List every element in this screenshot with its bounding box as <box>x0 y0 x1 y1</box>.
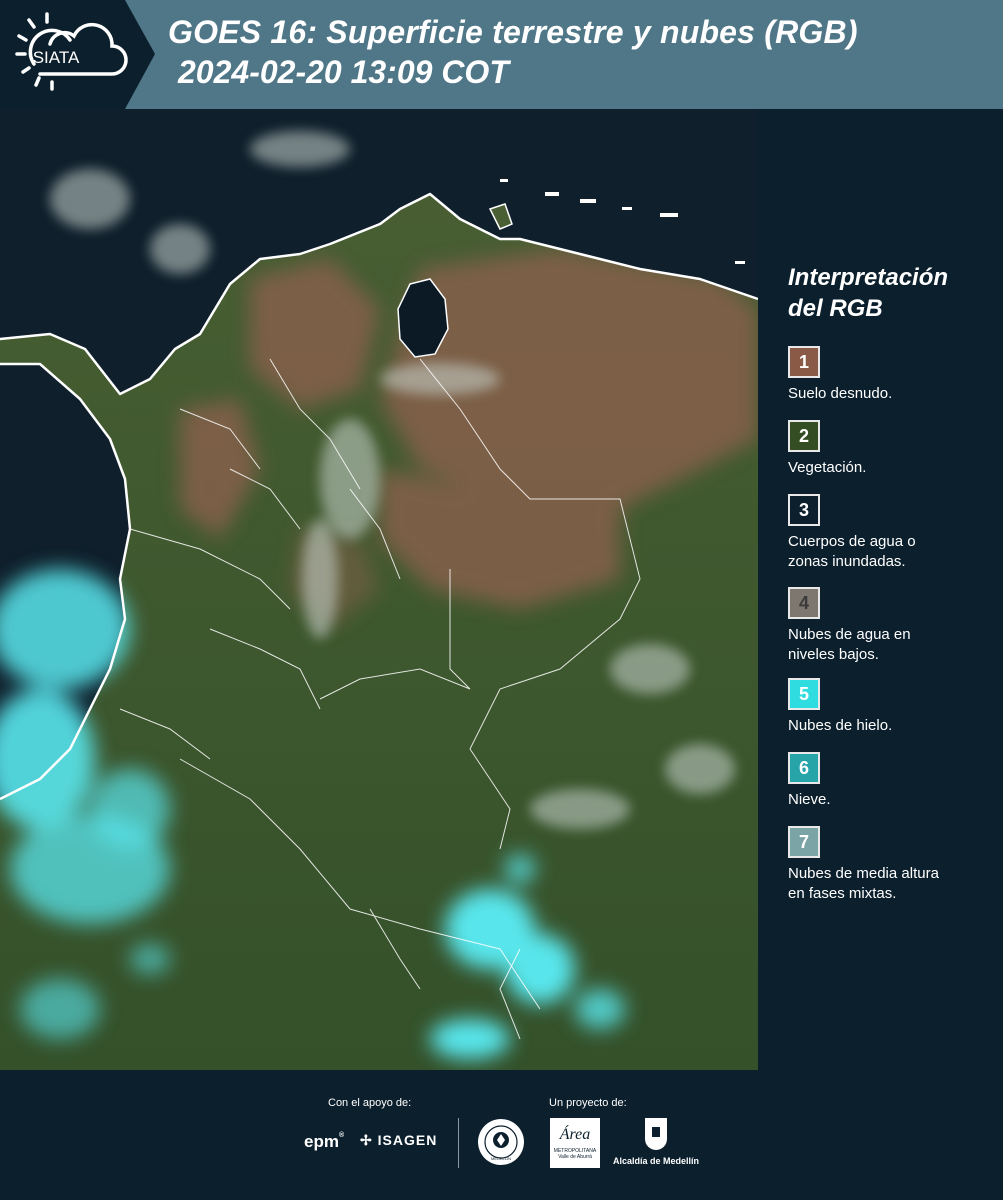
footer-divider <box>458 1118 459 1168</box>
satellite-map[interactable] <box>0 109 758 1070</box>
area-metropolitana-logo[interactable]: Área METROPOLITANA Valle de Aburrá <box>550 1118 600 1168</box>
satellite-image <box>0 109 758 1070</box>
seal-text: MEDELLÍN <box>491 1156 511 1161</box>
legend-label: Cuerpos de agua o zonas inundadas. <box>788 533 916 570</box>
alcaldia-medellin-logo[interactable]: Alcaldía de Medellín <box>610 1118 702 1173</box>
legend-swatch: 5 <box>788 678 820 710</box>
legend-swatch: 2 <box>788 420 820 452</box>
legend-label: Vegetación. <box>788 459 867 476</box>
logo-text: SIATA <box>33 48 80 67</box>
legend-swatch: 1 <box>788 346 820 378</box>
legend-label: Nubes de hielo. <box>788 717 893 734</box>
legend-item-snow: 6 Nieve. <box>788 752 988 810</box>
legend-label: Nubes de media altura en fases mixtas. <box>788 865 939 902</box>
legend-item-vegetation: 2 Vegetación. <box>788 420 988 478</box>
legend-item-water-bodies: 3 Cuerpos de agua o zonas inundadas. <box>788 494 988 572</box>
footer: Con el apoyo de: Un proyecto de: epm® ✢ … <box>0 1070 1003 1200</box>
legend-swatch: 4 <box>788 587 820 619</box>
shield-icon <box>645 1118 667 1150</box>
sun-cloud-logo-icon: SIATA <box>15 0 155 109</box>
legend-item-mixed-phase-clouds: 7 Nubes de media altura en fases mixtas. <box>788 826 988 904</box>
project-caption: Un proyecto de: <box>549 1097 627 1109</box>
legend-label: Nieve. <box>788 791 831 808</box>
epm-logo[interactable]: epm® <box>304 1132 344 1152</box>
siata-logo[interactable]: SIATA <box>0 0 155 109</box>
legend-item-low-water-clouds: 4 Nubes de agua en niveles bajos. <box>788 587 988 665</box>
legend-label: Nubes de agua en niveles bajos. <box>788 626 911 663</box>
legend-item-bare-soil: 1 Suelo desnudo. <box>788 346 988 404</box>
medellin-seal-icon[interactable]: MEDELLÍN <box>477 1118 525 1166</box>
header-bar: SIATA GOES 16: Superficie terrestre y nu… <box>0 0 1003 109</box>
support-caption: Con el apoyo de: <box>328 1097 412 1109</box>
legend-label: Suelo desnudo. <box>788 385 893 402</box>
legend-title: Interpretación del RGB <box>788 264 949 322</box>
legend-swatch: 6 <box>788 752 820 784</box>
timestamp: 2024-02-20 13:09 COT <box>178 54 509 90</box>
legend: Interpretación del RGB 1 Suelo desnudo. … <box>788 262 988 902</box>
page-title: GOES 16: Superficie terrestre y nubes (R… <box>168 14 858 50</box>
isagen-mark-icon: ✢ <box>360 1132 373 1148</box>
legend-item-ice-clouds: 5 Nubes de hielo. <box>788 678 988 736</box>
legend-swatch: 3 <box>788 494 820 526</box>
legend-swatch: 7 <box>788 826 820 858</box>
isagen-logo[interactable]: ✢ ISAGEN <box>360 1132 437 1149</box>
